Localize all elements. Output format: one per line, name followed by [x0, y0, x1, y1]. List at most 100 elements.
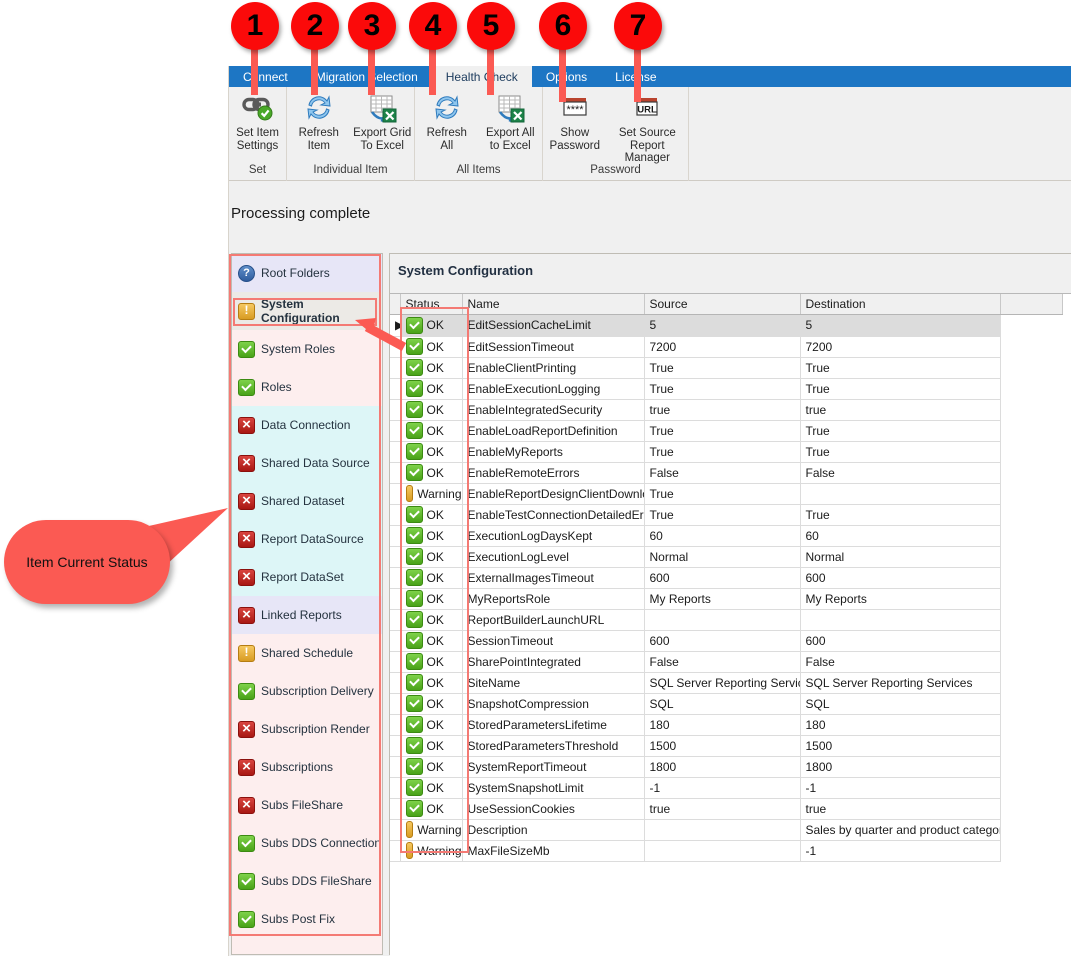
table-row[interactable]: OK ReportBuilderLaunchURL [390, 609, 1062, 631]
cell-destination: 1500 [800, 735, 1001, 757]
data-grid-scroll[interactable]: Status Name Source Destination ▶ OK EditSe… [390, 293, 1071, 956]
ribbon-group-individual-item-title: Individual Item [313, 164, 388, 176]
export-grid-to-excel-button[interactable]: Export Grid To Excel [351, 87, 415, 152]
sidebar-item-shared-data-source[interactable]: Shared Data Source [232, 444, 382, 482]
table-row[interactable]: OK ExecutionLogLevel Normal Normal [390, 546, 1062, 568]
tree-status-icon [238, 606, 255, 624]
table-row[interactable]: WarningMaxFileSizeMb -1 [390, 840, 1062, 862]
sidebar-item-subscription-delivery[interactable]: Subscription Delivery [232, 672, 382, 710]
status-error-icon [238, 568, 255, 586]
export-all-to-excel-button[interactable]: Export All to Excel [479, 87, 543, 152]
tab-health-check[interactable]: Health Check [431, 66, 532, 87]
table-row[interactable]: WarningEnableReportDesignClientDownloadT… [390, 483, 1062, 505]
column-header-status[interactable]: Status [400, 294, 463, 315]
ribbon-group-password-title: Password [590, 164, 641, 176]
sidebar-item-label: System Configuration [261, 297, 340, 325]
table-row[interactable]: OK ExecutionLogDaysKept 60 60 [390, 525, 1062, 547]
row-indicator [390, 378, 401, 400]
cell-destination: Normal [800, 546, 1001, 568]
sidebar-item-system-configuration[interactable]: System Configuration [232, 292, 382, 330]
set-source-report-manager-button[interactable]: URL Set Source Report Manager [607, 87, 688, 165]
cell-source [644, 840, 801, 862]
sidebar-item-subs-fileshare[interactable]: Subs FileShare [232, 786, 382, 824]
cell-name: EnableMyReports [462, 441, 645, 463]
sidebar-item-roles[interactable]: Roles [232, 368, 382, 406]
table-row[interactable]: OK StoredParametersLifetime 180 180 [390, 714, 1062, 736]
cell-status-label: OK [426, 402, 444, 417]
sidebar-item-system-roles[interactable]: System Roles [232, 330, 382, 368]
table-row[interactable]: OK EnableRemoteErrors False False [390, 462, 1062, 484]
sidebar-item-subs-dds-fileshare[interactable]: Subs DDS FileShare [232, 862, 382, 900]
table-row[interactable]: OK EnableClientPrinting True True [390, 357, 1062, 379]
column-header-source[interactable]: Source [644, 294, 801, 315]
table-row[interactable]: OK SnapshotCompression SQL SQL [390, 693, 1062, 715]
sidebar-item-data-connection[interactable]: Data Connection [232, 406, 382, 444]
category-tree-panel[interactable]: Root Folders System Configuration System R… [231, 253, 383, 955]
table-row[interactable]: OK EnableExecutionLogging True True [390, 378, 1062, 400]
tab-license[interactable]: License [601, 66, 670, 87]
ribbon-group-set: Set Item Settings Set [229, 87, 287, 181]
table-row[interactable]: OK UseSessionCookies true true [390, 798, 1062, 820]
cell-filler [1000, 609, 1062, 630]
status-error-icon [238, 796, 255, 814]
set-item-settings-button[interactable]: Set Item Settings [229, 87, 286, 152]
cell-name: ReportBuilderLaunchURL [462, 609, 645, 631]
sidebar-item-report-dataset[interactable]: Report DataSet [232, 558, 382, 596]
status-ok-icon [405, 401, 423, 418]
row-indicator [390, 399, 401, 421]
row-indicator [390, 567, 401, 589]
sidebar-item-shared-schedule[interactable]: Shared Schedule [232, 634, 382, 672]
row-indicator [390, 735, 401, 757]
table-row[interactable]: ▶OKEditSessionCacheLimit55 [390, 314, 1062, 337]
cell-name: EditSessionCacheLimit [462, 314, 645, 337]
table-row[interactable]: WarningDescription Sales by quarter and p… [390, 819, 1062, 841]
status-ok-icon [405, 590, 423, 607]
show-password-button[interactable]: **** Show Password [543, 87, 607, 152]
cell-filler [1000, 420, 1062, 441]
cell-status-label: Warning [417, 822, 462, 837]
table-row[interactable]: OK EditSessionTimeout 7200 7200 [390, 336, 1062, 358]
status-ok-icon [238, 834, 255, 852]
application-window: Connect Migration Selection Health Check… [228, 66, 1071, 956]
cell-filler [1000, 525, 1062, 546]
refresh-item-button[interactable]: Refresh Item [287, 87, 351, 152]
sidebar-item-linked-reports[interactable]: Linked Reports [232, 596, 382, 634]
status-warning-icon [405, 820, 421, 838]
table-row[interactable]: OKEnableTestConnectionDetailedErrorsTrue… [390, 504, 1062, 526]
column-header-name[interactable]: Name [462, 294, 645, 315]
cell-status: OK [400, 609, 463, 631]
cell-source: True [644, 483, 801, 505]
table-row[interactable]: OK SystemSnapshotLimit -1 -1 [390, 777, 1062, 799]
table-row[interactable]: OK SiteName SQL Server Reporting Services S… [390, 672, 1062, 694]
tab-options[interactable]: Options [532, 66, 601, 87]
table-row[interactable]: OK SharePointIntegrated False False [390, 651, 1062, 673]
table-row[interactable]: OK SessionTimeout 600 600 [390, 630, 1062, 652]
ribbon-group-set-title: Set [248, 164, 267, 176]
table-row[interactable]: OK EnableMyReports True True [390, 441, 1062, 463]
sidebar-item-subs-post-fix[interactable]: Subs Post Fix [232, 900, 382, 938]
column-header-destination[interactable]: Destination [800, 294, 1001, 315]
table-row[interactable]: OK MyReportsRole My Reports My Reports [390, 588, 1062, 610]
sidebar-item-subscriptions[interactable]: Subscriptions [232, 748, 382, 786]
sidebar-item-subscription-render[interactable]: Subscription Render [232, 710, 382, 748]
sidebar-item-report-datasource[interactable]: Report DataSource [232, 520, 382, 558]
cell-filler [1000, 483, 1062, 504]
table-row[interactable]: OK EnableIntegratedSecurity true true [390, 399, 1062, 421]
refresh-icon [431, 91, 463, 125]
table-row[interactable]: OK EnableLoadReportDefinition True True [390, 420, 1062, 442]
sidebar-item-root-folders[interactable]: Root Folders [232, 254, 382, 292]
callout-label: Item Current Status [26, 553, 148, 570]
tab-connect[interactable]: Connect [229, 66, 302, 87]
table-row[interactable]: OK StoredParametersThreshold 1500 1500 [390, 735, 1062, 757]
sidebar-item-shared-dataset[interactable]: Shared Dataset [232, 482, 382, 520]
tab-migration-selection[interactable]: Migration Selection [302, 66, 432, 87]
cell-destination: 600 [800, 567, 1001, 589]
sidebar-item-subs-dds-connection[interactable]: Subs DDS Connection [232, 824, 382, 862]
cell-status: OK [400, 399, 463, 421]
table-row[interactable]: OK ExternalImagesTimeout 600 600 [390, 567, 1062, 589]
cell-status-label: OK [426, 507, 444, 522]
cell-status-label: OK [426, 675, 444, 690]
table-row[interactable]: OK SystemReportTimeout 1800 1800 [390, 756, 1062, 778]
refresh-all-button[interactable]: Refresh All [415, 87, 479, 152]
cell-status-label: OK [426, 654, 444, 669]
